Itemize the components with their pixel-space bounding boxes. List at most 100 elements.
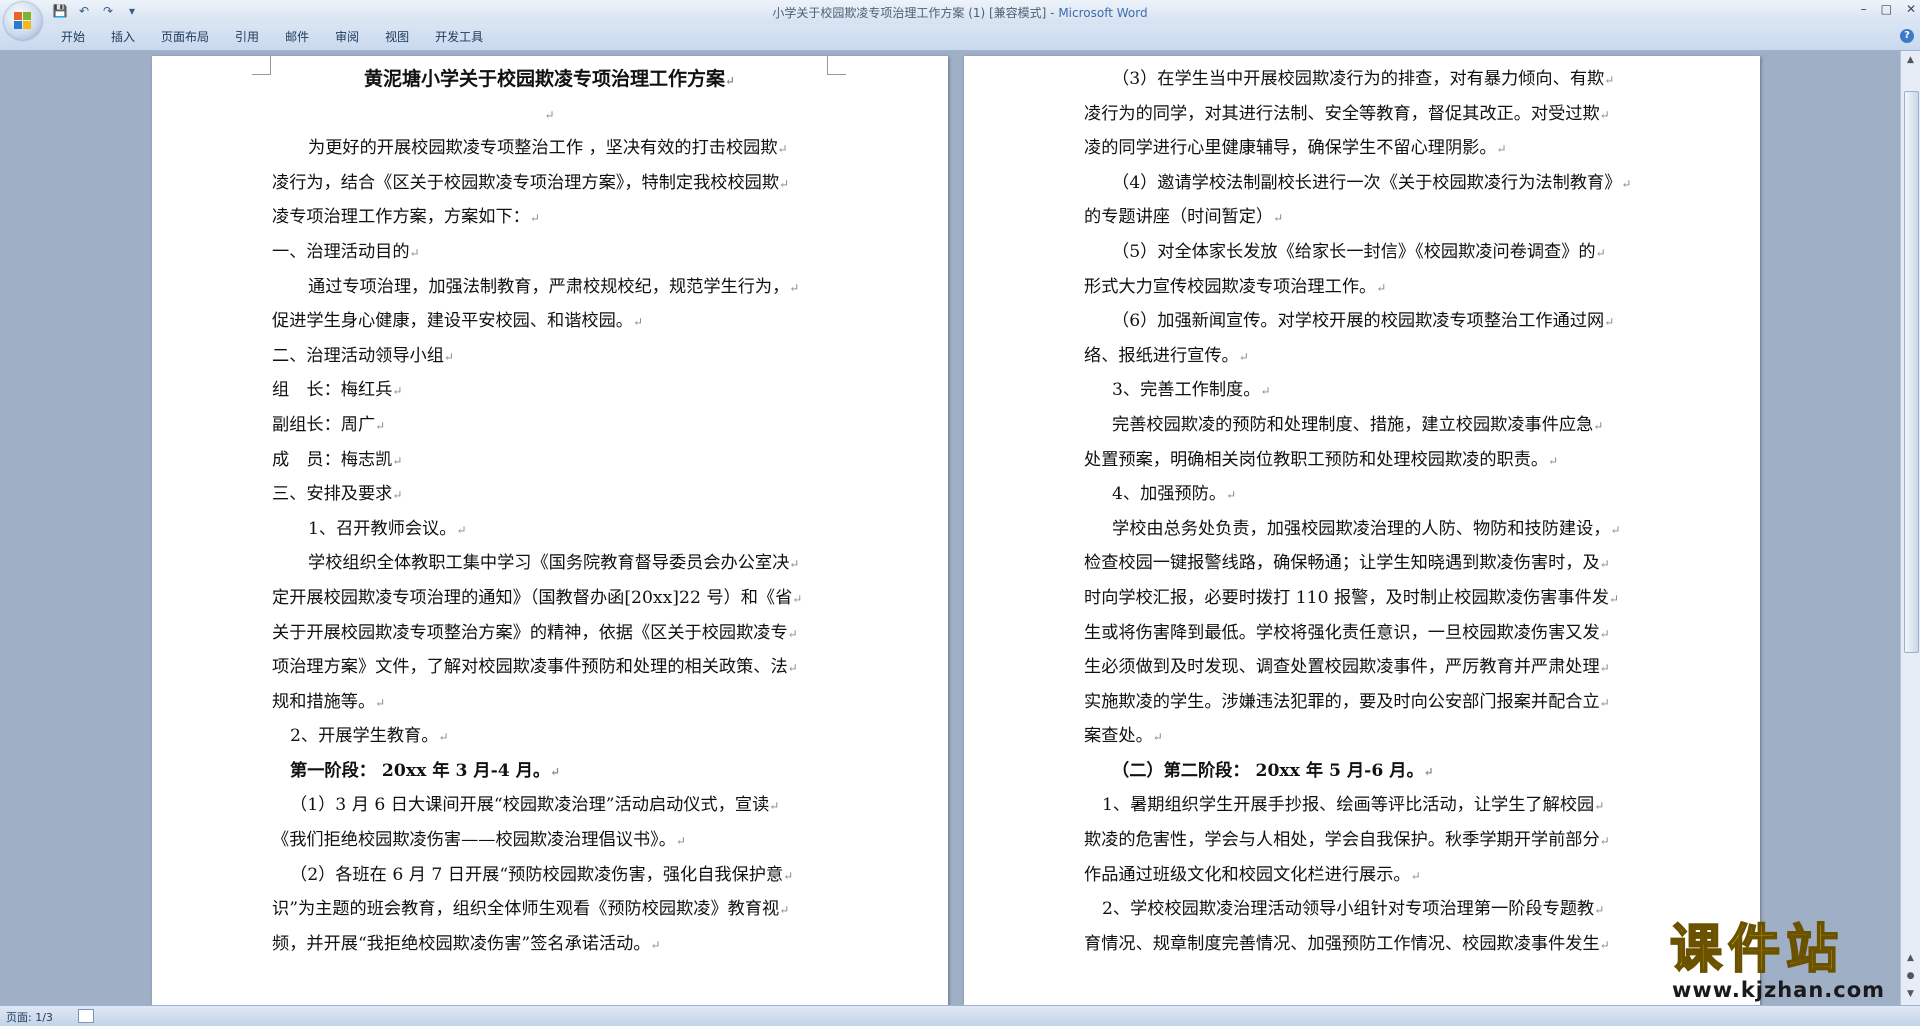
right_page-line[interactable]: 4、加强预防。↵ — [1084, 477, 1639, 512]
right_page-line[interactable]: 欺凌的危害性，学会与人相处，学会自我保护。秋季学期开学前部分↵ — [1084, 823, 1639, 858]
line-text: 案查处。 — [1084, 726, 1153, 747]
right_page-line[interactable]: 的专题讲座（时间暂定）↵ — [1084, 200, 1639, 235]
left_page-line[interactable]: 第一阶段： 20xx 年 3 月-4 月。↵ — [272, 754, 827, 789]
left_page-line[interactable]: 识”为主题的班会教育，组织全体师生观看《预防校园欺凌》教育视↵ — [272, 892, 827, 927]
left_page-line[interactable]: 《我们拒绝校园欺凌伤害——校园欺凌治理倡议书》。↵ — [272, 823, 827, 858]
right_page-line[interactable]: 凌行为的同学，对其进行法制、安全等教育，督促其改正。对受过欺↵ — [1084, 97, 1639, 132]
window-title: 小学关于校园欺凌专项治理工作方案 (1) [兼容模式] - Microsoft … — [0, 4, 1920, 21]
tab-review[interactable]: 审阅 — [322, 30, 372, 48]
right_page-line[interactable]: （二）第二阶段： 20xx 年 5 月-6 月。↵ — [1084, 754, 1639, 789]
scroll-up-icon[interactable]: ▲ — [1904, 53, 1917, 67]
right_page-line[interactable]: 处置预案，明确相关岗位教职工预防和处理校园欺凌的职责。↵ — [1084, 443, 1639, 478]
line-text: 络、报纸进行宣传。 — [1084, 345, 1239, 366]
left_page-line[interactable]: 一、治理活动目的↵ — [272, 235, 827, 270]
right_page-line[interactable]: （4）邀请学校法制副校长进行一次《关于校园欺凌行为法制教育》↵ — [1084, 166, 1639, 201]
right_page-line[interactable]: 1、暑期组织学生开展手抄报、绘画等评比活动，让学生了解校园↵ — [1084, 788, 1639, 823]
left_page-line[interactable]: 定开展校园欺凌专项治理的通知》（国教督办函[20xx]22 号）和《省↵ — [272, 581, 827, 616]
left_page-line[interactable]: 组 长：梅红兵↵ — [272, 373, 827, 408]
page-2-text[interactable]: （3）在学生当中开展校园欺凌行为的排查，对有暴力倾向、有欺↵ 凌行为的同学，对其进… — [1084, 62, 1639, 961]
left_page-line[interactable]: 为更好的开展校园欺凌专项整治工作 ，坚决有效的打击校园欺↵ — [272, 131, 827, 166]
left_page-line[interactable]: 黄泥塘小学关于校园欺凌专项治理工作方案↵ — [272, 62, 827, 97]
right_page-line[interactable]: 生或将伤害降到最低。学校将强化责任意识，一旦校园欺凌伤害又发↵ — [1084, 616, 1639, 651]
left_page-line[interactable]: 三、安排及要求↵ — [272, 477, 827, 512]
line-text: （1）3 月 6 日大课间开展“校园欺凌治理”活动启动仪式，宣读 — [290, 795, 770, 816]
paragraph-mark-icon: ↵ — [1376, 280, 1387, 295]
left_page-line[interactable]: 1、召开教师会议。↵ — [272, 512, 827, 547]
left_page-line[interactable]: 规和措施等。↵ — [272, 685, 827, 720]
paragraph-mark-icon: ↵ — [375, 695, 386, 710]
maximize-button[interactable]: □ — [1881, 2, 1892, 16]
line-text: 通过专项治理，加强法制教育，严肃校规校纪，规范学生行为， — [308, 276, 790, 297]
left_page-line[interactable]: 通过专项治理，加强法制教育，严肃校规校纪，规范学生行为，↵ — [272, 270, 827, 305]
tab-developer[interactable]: 开发工具 — [422, 30, 496, 48]
right_page-line[interactable]: 作品通过班级文化和校园文化栏进行展示。↵ — [1084, 858, 1639, 893]
watermark-title: 课件站 — [1669, 919, 1845, 981]
line-text: 凌的同学进行心里健康辅导，确保学生不留心理阴影。 — [1084, 138, 1497, 159]
tab-mailings[interactable]: 邮件 — [272, 30, 322, 48]
left_page-line[interactable]: （1）3 月 6 日大课间开展“校园欺凌治理”活动启动仪式，宣读↵ — [272, 788, 827, 823]
minimize-button[interactable]: – — [1861, 2, 1867, 16]
line-text: 3、完善工作制度。 — [1112, 380, 1261, 401]
right_page-line[interactable]: 案查处。↵ — [1084, 719, 1639, 754]
right_page-line[interactable]: （3）在学生当中开展校园欺凌行为的排查，对有暴力倾向、有欺↵ — [1084, 62, 1639, 97]
left_page-line[interactable]: ↵ — [272, 97, 827, 132]
close-button[interactable]: ✕ — [1906, 2, 1916, 16]
tab-view[interactable]: 视图 — [372, 30, 422, 48]
document-page-2[interactable]: （3）在学生当中开展校园欺凌行为的排查，对有暴力倾向、有欺↵ 凌行为的同学，对其进… — [964, 56, 1760, 1005]
tab-insert[interactable]: 插入 — [98, 30, 148, 48]
right_page-line[interactable]: 育情况、规章制度完善情况、加强预防工作情况、校园欺凌事件发生↵ — [1084, 927, 1639, 962]
right_page-line[interactable]: 完善校园欺凌的预防和处理制度、措施，建立校园欺凌事件应急↵ — [1084, 408, 1639, 443]
left_page-line[interactable]: 2、开展学生教育。↵ — [272, 719, 827, 754]
right_page-line[interactable]: 2、学校校园欺凌治理活动领导小组针对专项治理第一阶段专题教↵ — [1084, 892, 1639, 927]
line-text: 完善校园欺凌的预防和处理制度、措施，建立校园欺凌事件应急 — [1112, 414, 1594, 435]
line-text: 处置预案，明确相关岗位教职工预防和处理校园欺凌的职责。 — [1084, 449, 1549, 470]
right_page-line[interactable]: 生必须做到及时发现、调查处置校园欺凌事件，严厉教育并严肃处理↵ — [1084, 650, 1639, 685]
tab-references[interactable]: 引用 — [222, 30, 272, 48]
watermark-logo: 课件站 www.kjzhan.com — [1656, 919, 1906, 1005]
line-text: 育情况、规章制度完善情况、加强预防工作情况、校园欺凌事件发生 — [1084, 933, 1600, 954]
right_page-line[interactable]: 时向学校汇报，必要时拨打 110 报警，及时制止校园欺凌伤害事件发↵ — [1084, 581, 1639, 616]
status-bar: 页面: 1/3 — [0, 1005, 1920, 1026]
line-text: 频，并开展“我拒绝校园欺凌伤害”签名承诺活动。 — [272, 933, 651, 954]
paragraph-mark-icon: ↵ — [1152, 730, 1163, 745]
left_page-line[interactable]: 促进学生身心健康，建设平安校园、和谐校园。↵ — [272, 304, 827, 339]
tab-home[interactable]: 开始 — [48, 30, 98, 48]
vertical-scrollbar[interactable]: ▲ ▲ ● ▼ — [1900, 51, 1920, 1005]
right_page-line[interactable]: 3、完善工作制度。↵ — [1084, 373, 1639, 408]
left_page-line[interactable]: 凌专项治理工作方案，方案如下：↵ — [272, 200, 827, 235]
line-text: （二）第二阶段： 20xx 年 5 月-6 月。 — [1112, 760, 1424, 781]
tab-page-layout[interactable]: 页面布局 — [148, 30, 222, 48]
paragraph-mark-icon: ↵ — [1599, 107, 1610, 122]
left_page-line[interactable]: 凌行为，结合《区关于校园欺凌专项治理方案》，特制定我校校园欺↵ — [272, 166, 827, 201]
page-count[interactable]: 页面: 1/3 — [6, 1009, 53, 1025]
right_page-line[interactable]: 检查校园一键报警线路，确保畅通；让学生知晓遇到欺凌伤害时，及↵ — [1084, 546, 1639, 581]
line-text: 《我们拒绝校园欺凌伤害——校园欺凌治理倡议书》。 — [272, 830, 676, 851]
left_page-line[interactable]: 成 员：梅志凯↵ — [272, 443, 827, 478]
right_page-line[interactable]: 实施欺凌的学生。涉嫌违法犯罪的，要及时向公安部门报案并配合立↵ — [1084, 685, 1639, 720]
right_page-line[interactable]: （5）对全体家长发放《给家长一封信》《校园欺凌问卷调查》的↵ — [1084, 235, 1639, 270]
left_page-line[interactable]: 二、治理活动领导小组↵ — [272, 339, 827, 374]
right_page-line[interactable]: 络、报纸进行宣传。↵ — [1084, 339, 1639, 374]
page-1-text[interactable]: 黄泥塘小学关于校园欺凌专项治理工作方案↵ ↵ 为更好的开展校园欺凌专项整治工作 ，坚… — [272, 62, 827, 961]
paragraph-mark-icon: ↵ — [1604, 73, 1615, 87]
line-text: 凌行为，结合《区关于校园欺凌专项治理方案》，特制定我校校园欺 — [272, 172, 780, 193]
line-text: 三、安排及要求 — [272, 484, 393, 505]
left_page-line[interactable]: 副组长：周广↵ — [272, 408, 827, 443]
right_page-line[interactable]: （6）加强新闻宣传。对学校开展的校园欺凌专项整治工作通过网↵ — [1084, 304, 1639, 339]
line-text: 学校组织全体教职工集中学习《国务院教育督导委员会办公室决 — [308, 553, 790, 574]
ribbon-tab-bar: 开始 插入 页面布局 引用 邮件 审阅 视图 开发工具 ? — [0, 24, 1920, 51]
line-text: 识”为主题的班会教育，组织全体师生观看《预防校园欺凌》教育视 — [272, 899, 780, 920]
left_page-line[interactable]: 学校组织全体教职工集中学习《国务院教育督导委员会办公室决↵ — [272, 546, 827, 581]
scroll-thumb[interactable] — [1904, 91, 1919, 653]
office-button[interactable] — [4, 2, 42, 40]
left_page-line[interactable]: 频，并开展“我拒绝校园欺凌伤害”签名承诺活动。↵ — [272, 927, 827, 962]
right_page-line[interactable]: 学校由总务处负责，加强校园欺凌治理的人防、物防和技防建设，↵ — [1084, 512, 1639, 547]
document-page-1[interactable]: 黄泥塘小学关于校园欺凌专项治理工作方案↵ ↵ 为更好的开展校园欺凌专项整治工作 ，坚… — [152, 56, 948, 1005]
help-icon[interactable]: ? — [1900, 29, 1914, 43]
right_page-line[interactable]: 形式大力宣传校园欺凌专项治理工作。↵ — [1084, 270, 1639, 305]
left_page-line[interactable]: （2）各班在 6 月 7 日开展“预防校园欺凌伤害，强化自我保护意↵ — [272, 858, 827, 893]
right_page-line[interactable]: 凌的同学进行心里健康辅导，确保学生不留心理阴影。↵ — [1084, 131, 1639, 166]
left_page-line[interactable]: 关于开展校园欺凌专项整治方案》的精神，依据《区关于校园欺凌专↵ — [272, 616, 827, 651]
proofing-icon[interactable] — [78, 1009, 94, 1023]
left_page-line[interactable]: 项治理方案》文件，了解对校园欺凌事件预防和处理的相关政策、法↵ — [272, 650, 827, 685]
